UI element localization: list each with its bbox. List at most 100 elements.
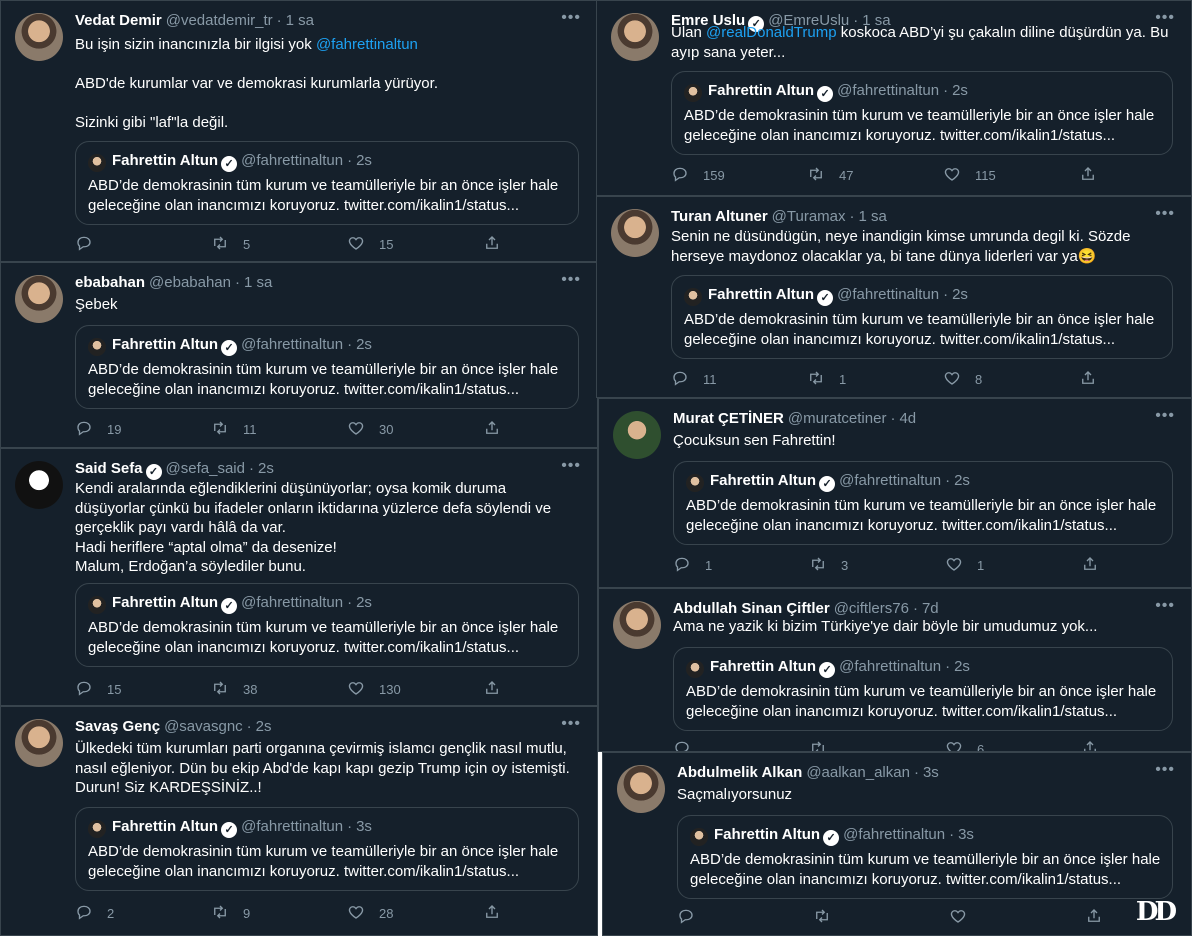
- like-button[interactable]: 1: [945, 555, 984, 576]
- like-button[interactable]: 130: [347, 679, 401, 700]
- tweet-time[interactable]: 4d: [899, 410, 916, 427]
- more-icon[interactable]: •••: [561, 9, 581, 27]
- tweet-card[interactable]: Said Sefa ✓ @sefa_said · 2s ••• Kendi aralar…: [0, 448, 598, 706]
- share-button[interactable]: [483, 234, 501, 255]
- retweet-button[interactable]: 11: [211, 419, 257, 440]
- tweet-time[interactable]: 1 sa: [859, 208, 887, 225]
- action-bar: 11 1 8: [671, 369, 1171, 389]
- author-handle[interactable]: @vedatdemir_tr: [166, 12, 273, 29]
- share-button[interactable]: [1085, 907, 1103, 928]
- tweet-card[interactable]: Turan Altuner @Turamax · 1 sa ••• Senin ne …: [596, 196, 1192, 398]
- tweet-card[interactable]: Emre Uslu ✓ @EmreUslu · 1 sa ••• Ulan @realD…: [596, 0, 1192, 196]
- tweet-time[interactable]: 7d: [922, 600, 939, 617]
- mention-link[interactable]: @fahrettinaltun: [316, 36, 418, 53]
- more-icon[interactable]: •••: [561, 271, 581, 289]
- author-handle[interactable]: @ciftlers76: [834, 600, 909, 617]
- author-name[interactable]: Savaş Genç: [75, 718, 160, 735]
- quoted-tweet[interactable]: Fahrettin Altun ✓ @fahrettinaltun · 3s ABD’d…: [677, 815, 1173, 899]
- share-button[interactable]: [1079, 369, 1097, 390]
- reply-button[interactable]: [673, 739, 705, 751]
- reply-button[interactable]: 19: [75, 419, 121, 440]
- avatar[interactable]: [15, 275, 63, 323]
- author-handle[interactable]: @aalkan_alkan: [806, 764, 910, 781]
- quoted-avatar: [88, 596, 106, 614]
- tweet-card[interactable]: Vedat Demir @vedatdemir_tr · 1 sa ••• Bu iş…: [0, 0, 598, 262]
- avatar[interactable]: [613, 601, 661, 649]
- avatar[interactable]: [15, 13, 63, 61]
- tweet-card[interactable]: ebabahan @ebabahan · 1 sa ••• Şebek Fahrett…: [0, 262, 598, 448]
- like-button[interactable]: 15: [347, 234, 393, 255]
- tweet-card[interactable]: Abdullah Sinan Çiftler @ciftlers76 · 7d •••…: [598, 588, 1192, 752]
- avatar[interactable]: [617, 765, 665, 813]
- tweet-card[interactable]: Murat ÇETİNER @muratcetiner · 4d ••• Çocuks…: [598, 398, 1192, 588]
- author-handle[interactable]: @savasgnc: [164, 718, 243, 735]
- reply-button[interactable]: [75, 234, 107, 255]
- author-name[interactable]: ebabahan: [75, 274, 145, 291]
- like-button[interactable]: 8: [943, 369, 982, 390]
- retweet-button[interactable]: 1: [807, 369, 846, 390]
- quoted-tweet[interactable]: Fahrettin Altun ✓ @fahrettinaltun · 2s ABD’d…: [75, 141, 579, 225]
- share-button[interactable]: [483, 903, 501, 924]
- retweet-button[interactable]: 38: [211, 679, 257, 700]
- tweet-time[interactable]: 2s: [258, 460, 274, 477]
- quoted-tweet[interactable]: Fahrettin Altun ✓ @fahrettinaltun · 2s ABD’d…: [75, 325, 579, 409]
- author-handle[interactable]: @muratcetiner: [788, 410, 887, 427]
- author-name[interactable]: Turan Altuner: [671, 208, 768, 225]
- tweet-time[interactable]: 1 sa: [244, 274, 272, 291]
- quoted-tweet[interactable]: Fahrettin Altun ✓ @fahrettinaltun · 3s ABD’d…: [75, 807, 579, 891]
- avatar[interactable]: [613, 411, 661, 459]
- tweet-time[interactable]: 1 sa: [286, 12, 314, 29]
- quoted-tweet[interactable]: Fahrettin Altun ✓ @fahrettinaltun · 2s ABD’d…: [75, 583, 579, 667]
- author-handle[interactable]: @Turamax: [772, 208, 846, 225]
- quoted-tweet[interactable]: Fahrettin Altun ✓ @fahrettinaltun · 2s ABD’d…: [671, 71, 1173, 155]
- share-button[interactable]: [1079, 165, 1097, 186]
- tweet-card[interactable]: Savaş Genç @savasgnc · 2s ••• Ülkedeki tüm …: [0, 706, 598, 936]
- reply-button[interactable]: [677, 907, 709, 928]
- reply-button[interactable]: 1: [673, 555, 712, 576]
- like-count: 130: [379, 682, 401, 697]
- avatar[interactable]: [15, 461, 63, 509]
- more-icon[interactable]: •••: [561, 715, 581, 733]
- retweet-button[interactable]: 3: [809, 555, 848, 576]
- tweet-time[interactable]: 2s: [256, 718, 272, 735]
- author-name[interactable]: Murat ÇETİNER: [673, 410, 784, 427]
- tweet-time[interactable]: 3s: [923, 764, 939, 781]
- avatar[interactable]: [611, 209, 659, 257]
- retweet-button[interactable]: 9: [211, 903, 250, 924]
- like-button[interactable]: 28: [347, 903, 393, 924]
- author-name[interactable]: Said Sefa: [75, 460, 143, 477]
- more-icon[interactable]: •••: [1155, 407, 1175, 425]
- tweet-card[interactable]: Abdulmelik Alkan @aalkan_alkan · 3s ••• Saç…: [602, 752, 1192, 936]
- author-handle[interactable]: @ebabahan: [149, 274, 231, 291]
- author-handle[interactable]: @sefa_said: [166, 460, 245, 477]
- retweet-button[interactable]: 5: [211, 234, 250, 255]
- reply-button[interactable]: 11: [671, 369, 717, 390]
- more-icon[interactable]: •••: [1155, 761, 1175, 779]
- author-name[interactable]: Abdulmelik Alkan: [677, 764, 802, 781]
- like-button[interactable]: 6: [945, 739, 984, 751]
- share-button[interactable]: [1081, 555, 1099, 576]
- more-icon[interactable]: •••: [561, 457, 581, 475]
- quoted-tweet[interactable]: Fahrettin Altun ✓ @fahrettinaltun · 2s ABD’d…: [671, 275, 1173, 359]
- avatar[interactable]: [15, 719, 63, 767]
- avatar[interactable]: [611, 13, 659, 61]
- more-icon[interactable]: •••: [1155, 597, 1175, 615]
- quoted-tweet[interactable]: Fahrettin Altun ✓ @fahrettinaltun · 2s ABD’d…: [673, 647, 1173, 731]
- reply-button[interactable]: 2: [75, 903, 114, 924]
- like-button[interactable]: 30: [347, 419, 393, 440]
- share-button[interactable]: [483, 679, 501, 700]
- retweet-button[interactable]: 47: [807, 165, 853, 186]
- like-button[interactable]: 115: [943, 165, 996, 186]
- more-icon[interactable]: •••: [1155, 205, 1175, 223]
- share-button[interactable]: [1081, 739, 1099, 751]
- mention-link[interactable]: @realDonaldTrump: [706, 24, 837, 41]
- share-button[interactable]: [483, 419, 501, 440]
- quoted-tweet[interactable]: Fahrettin Altun ✓ @fahrettinaltun · 2s ABD’d…: [673, 461, 1173, 545]
- retweet-button[interactable]: [809, 739, 841, 751]
- like-button[interactable]: [949, 907, 981, 928]
- reply-button[interactable]: 159: [671, 165, 725, 186]
- author-name[interactable]: Vedat Demir: [75, 12, 162, 29]
- retweet-button[interactable]: [813, 907, 845, 928]
- reply-button[interactable]: 15: [75, 679, 121, 700]
- author-name[interactable]: Abdullah Sinan Çiftler: [673, 600, 830, 617]
